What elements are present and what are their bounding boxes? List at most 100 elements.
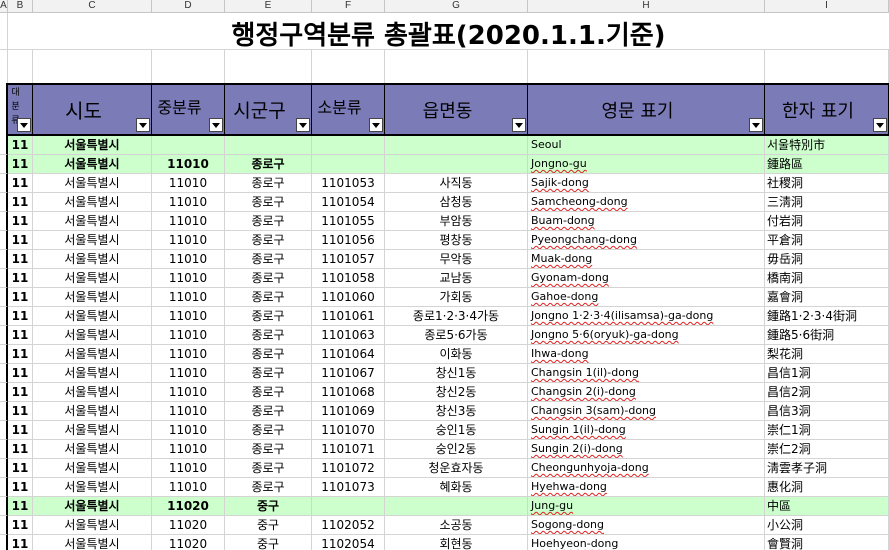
cell-hanja[interactable]: 鍾路5·6街洞 [765,326,889,345]
cell-sido[interactable]: 서울특별시 [33,326,152,345]
header-cell-eupmyeondong[interactable]: 읍면동 [385,83,528,136]
cell-minor-code[interactable]: 1101056 [312,231,385,250]
cell-english[interactable]: Sungin 2(i)-dong [528,440,765,459]
empty-cell[interactable] [8,50,33,83]
cell-hanja[interactable]: 서울特別市 [765,136,889,155]
cell-english[interactable]: Muak-dong [528,250,765,269]
cell-english[interactable]: Sajik-dong [528,174,765,193]
cell-eupmyeondong[interactable]: 종로5·6가동 [385,326,528,345]
cell-hanja[interactable]: 嘉會洞 [765,288,889,307]
cell-col-a[interactable] [0,136,8,155]
cell-english[interactable]: Jongno-gu [528,155,765,174]
cell-minor-code[interactable]: 1102054 [312,535,385,550]
cell-middle-code[interactable]: 11010 [152,478,225,497]
header-cell-hanja[interactable]: 한자 표기 [765,83,889,136]
cell-middle-code[interactable]: 11010 [152,269,225,288]
cell-sido[interactable]: 서울특별시 [33,155,152,174]
cell-minor-code[interactable]: 1101072 [312,459,385,478]
cell-col-a[interactable] [0,497,8,516]
cell-col-a[interactable] [0,535,8,550]
cell-sigungu[interactable]: 종로구 [225,326,312,345]
cell-eupmyeondong[interactable]: 부암동 [385,212,528,231]
cell-eupmyeondong[interactable] [385,155,528,174]
cell-minor-code[interactable]: 1101055 [312,212,385,231]
cell-sigungu[interactable] [225,136,312,155]
cell-hanja[interactable]: 平倉洞 [765,231,889,250]
column-header-a[interactable]: A [0,0,8,12]
filter-button-minor-code[interactable] [369,118,383,132]
cell-major[interactable]: 11 [8,440,33,459]
cell-major[interactable]: 11 [8,402,33,421]
cell-sigungu[interactable]: 종로구 [225,212,312,231]
empty-cell[interactable] [225,50,312,83]
cell-middle-code[interactable]: 11010 [152,345,225,364]
cell-major[interactable]: 11 [8,383,33,402]
cell-col-a[interactable] [0,250,8,269]
cell-middle-code[interactable]: 11010 [152,307,225,326]
cell-major[interactable]: 11 [8,136,33,155]
cell-sido[interactable]: 서울특별시 [33,345,152,364]
header-cell-middle-code[interactable]: 중분류 [152,83,225,136]
column-header-c[interactable]: C [33,0,152,12]
cell-minor-code[interactable]: 1101054 [312,193,385,212]
cell-english[interactable]: Gahoe-dong [528,288,765,307]
cell-major[interactable]: 11 [8,231,33,250]
empty-cell[interactable] [528,50,765,83]
cell-hanja[interactable]: 鍾路1·2·3·4街洞 [765,307,889,326]
cell-middle-code[interactable]: 11020 [152,535,225,550]
cell-middle-code[interactable] [152,136,225,155]
column-header-d[interactable]: D [152,0,225,12]
cell-sido[interactable]: 서울특별시 [33,288,152,307]
cell-minor-code[interactable] [312,136,385,155]
cell-middle-code[interactable]: 11010 [152,402,225,421]
cell-eupmyeondong[interactable] [385,497,528,516]
cell-major[interactable]: 11 [8,307,33,326]
cell-major[interactable]: 11 [8,459,33,478]
cell-sido[interactable]: 서울특별시 [33,307,152,326]
cell-hanja[interactable]: 淸雲孝子洞 [765,459,889,478]
cell-major[interactable]: 11 [8,269,33,288]
cell-minor-code[interactable]: 1101058 [312,269,385,288]
cell-middle-code[interactable]: 11010 [152,421,225,440]
cell-minor-code[interactable]: 1102052 [312,516,385,535]
cell-eupmyeondong[interactable]: 가회동 [385,288,528,307]
cell-middle-code[interactable]: 11010 [152,250,225,269]
cell-hanja[interactable]: 崇仁1洞 [765,421,889,440]
cell-major[interactable]: 11 [8,212,33,231]
cell-hanja[interactable]: 橋南洞 [765,269,889,288]
filter-button-major[interactable] [17,118,31,132]
filter-button-sido[interactable] [136,118,150,132]
cell-middle-code[interactable]: 11010 [152,288,225,307]
cell-middle-code[interactable]: 11010 [152,326,225,345]
cell-english[interactable]: Pyeongchang-dong [528,231,765,250]
header-cell-english[interactable]: 영문 표기 [528,83,765,136]
cell-eupmyeondong[interactable]: 사직동 [385,174,528,193]
cell-col-a[interactable] [0,383,8,402]
cell-middle-code[interactable]: 11020 [152,516,225,535]
cell-col-a[interactable] [0,13,8,49]
cell-middle-code[interactable]: 11010 [152,364,225,383]
cell-sigungu[interactable]: 종로구 [225,269,312,288]
cell-sido[interactable]: 서울특별시 [33,535,152,550]
header-cell-sido[interactable]: 시도 [33,83,152,136]
cell-sido[interactable]: 서울특별시 [33,136,152,155]
empty-cell[interactable] [0,50,8,83]
cell-sido[interactable]: 서울특별시 [33,269,152,288]
column-header-b[interactable]: B [8,0,33,12]
cell-major[interactable]: 11 [8,326,33,345]
cell-sigungu[interactable]: 종로구 [225,459,312,478]
column-header-i[interactable]: I [765,0,889,12]
cell-sigungu[interactable]: 종로구 [225,174,312,193]
empty-cell[interactable] [152,50,225,83]
cell-hanja[interactable]: 鍾路區 [765,155,889,174]
cell-hanja[interactable]: 付岩洞 [765,212,889,231]
cell-hanja[interactable]: 毋岳洞 [765,250,889,269]
column-header-f[interactable]: F [312,0,385,12]
cell-hanja[interactable]: 會賢洞 [765,535,889,550]
cell-col-a[interactable] [0,421,8,440]
cell-eupmyeondong[interactable]: 이화동 [385,345,528,364]
header-cell-sigungu[interactable]: 시군구 [225,83,312,136]
cell-english[interactable]: Jung-gu [528,497,765,516]
filter-button-hanja[interactable] [873,118,887,132]
cell-hanja[interactable]: 三淸洞 [765,193,889,212]
